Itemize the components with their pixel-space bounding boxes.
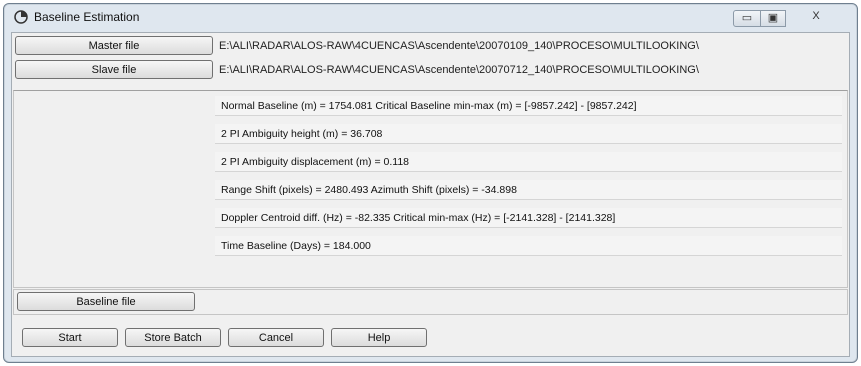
minimize-icon: ▭ (741, 12, 753, 24)
maximize-button[interactable]: ▣ (760, 10, 786, 27)
results-panel: Normal Baseline (m) = 1754.081 Critical … (13, 90, 848, 288)
slave-file-path: E:\ALI\RADAR\ALOS-RAW\4CUENCAS\Ascendent… (219, 64, 699, 76)
baseline-estimation-window: Baseline Estimation ▭ ▣ X Master file E:… (3, 3, 858, 363)
baseline-file-path (200, 291, 840, 311)
close-button[interactable]: X (795, 10, 837, 25)
dialog-client-area: Master file E:\ALI\RADAR\ALOS-RAW\4CUENC… (11, 32, 850, 357)
cancel-button[interactable]: Cancel (228, 328, 324, 347)
range-azimuth-shift-result: Range Shift (pixels) = 2480.493 Azimuth … (215, 180, 842, 200)
help-button[interactable]: Help (331, 328, 427, 347)
minimize-button[interactable]: ▭ (733, 10, 761, 27)
baseline-file-button[interactable]: Baseline file (17, 292, 195, 311)
master-file-path: E:\ALI\RADAR\ALOS-RAW\4CUENCAS\Ascendent… (219, 40, 699, 52)
title-bar[interactable]: Baseline Estimation ▭ ▣ X (4, 4, 857, 30)
baseline-file-panel: Baseline file (13, 289, 848, 315)
normal-baseline-result: Normal Baseline (m) = 1754.081 Critical … (215, 96, 842, 116)
doppler-centroid-result: Doppler Centroid diff. (Hz) = -82.335 Cr… (215, 208, 842, 228)
ambiguity-displacement-result: 2 PI Ambiguity displacement (m) = 0.118 (215, 152, 842, 172)
slave-file-button[interactable]: Slave file (15, 60, 213, 79)
app-icon (14, 10, 28, 24)
ambiguity-height-result: 2 PI Ambiguity height (m) = 36.708 (215, 124, 842, 144)
close-icon: X (812, 10, 820, 22)
maximize-icon: ▣ (767, 12, 779, 24)
results-list: Normal Baseline (m) = 1754.081 Critical … (215, 93, 843, 282)
time-baseline-result: Time Baseline (Days) = 184.000 (215, 236, 842, 256)
window-title: Baseline Estimation (34, 10, 140, 24)
store-batch-button[interactable]: Store Batch (125, 328, 221, 347)
master-file-button[interactable]: Master file (15, 36, 213, 55)
start-button[interactable]: Start (22, 328, 118, 347)
